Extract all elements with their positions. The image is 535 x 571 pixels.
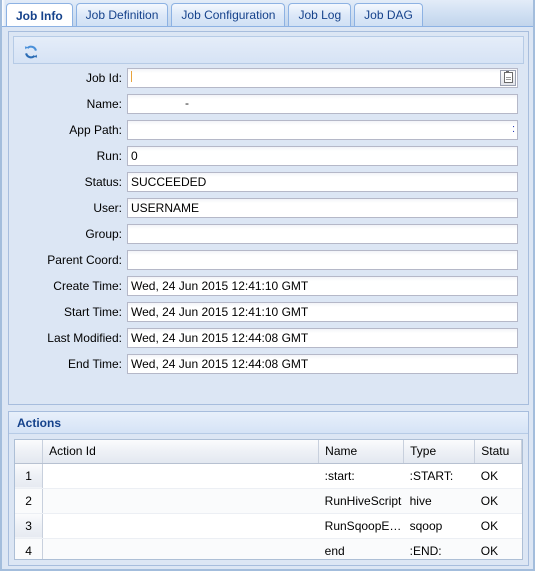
table-row[interactable]: 4 end:END: OK bbox=[15, 538, 522, 559]
field-row-job-id: Job Id: bbox=[14, 68, 523, 88]
field-wrapper-start-time bbox=[127, 302, 518, 322]
label-job-id: Job Id: bbox=[85, 71, 122, 85]
column-header-type[interactable]: Type bbox=[403, 440, 476, 464]
input-status[interactable] bbox=[127, 172, 518, 192]
field-wrapper-status bbox=[127, 172, 518, 192]
input-group[interactable] bbox=[127, 224, 518, 244]
label-create-time: Create Time: bbox=[53, 279, 122, 293]
field-row-last-modified: Last Modified: bbox=[14, 328, 523, 348]
label-run: Run: bbox=[96, 149, 122, 163]
clipboard-icon bbox=[503, 71, 513, 83]
field-row-group: Group: bbox=[14, 224, 523, 244]
row-number-column-header bbox=[15, 440, 44, 464]
tab-job-info[interactable]: Job Info bbox=[6, 3, 73, 26]
cell-type: hive bbox=[403, 488, 475, 514]
row-number: 4 bbox=[15, 538, 44, 559]
refresh-icon bbox=[24, 45, 38, 59]
actions-panel: Actions Action Id Name Type Statu 1 :start::… bbox=[8, 411, 529, 566]
row-number: 3 bbox=[15, 513, 44, 539]
field-wrapper-end-time bbox=[127, 354, 518, 374]
job-info-form: Job Id:Name:-App Path::Run:Status:User:G… bbox=[14, 68, 523, 399]
field-wrapper-job-id bbox=[127, 68, 518, 88]
input-create-time[interactable] bbox=[127, 276, 518, 296]
cell-name: end bbox=[318, 538, 404, 559]
cell-action-id bbox=[42, 488, 319, 514]
column-header-statu[interactable]: Statu bbox=[474, 440, 522, 464]
label-start-time: Start Time: bbox=[63, 305, 122, 319]
job-id-picker-button[interactable] bbox=[500, 70, 516, 86]
cell-action-id bbox=[42, 513, 319, 539]
field-row-run: Run: bbox=[14, 146, 523, 166]
name-truncated-text: - bbox=[185, 96, 189, 110]
cell-type: :START: bbox=[403, 463, 475, 489]
cell-type: :END: bbox=[403, 538, 475, 559]
text-caret bbox=[131, 71, 132, 82]
cell-action-id bbox=[42, 463, 319, 489]
table-row[interactable]: 2 RunHiveScript hive OK bbox=[15, 488, 522, 514]
input-last-modified[interactable] bbox=[127, 328, 518, 348]
field-wrapper-create-time bbox=[127, 276, 518, 296]
field-wrapper-last-modified bbox=[127, 328, 518, 348]
actions-grid-header-row: Action Id Name Type Statu bbox=[15, 440, 522, 464]
cell-status: OK bbox=[474, 513, 522, 539]
app-path-overflow-text: : bbox=[511, 123, 515, 135]
input-parent-coord[interactable] bbox=[127, 250, 518, 270]
field-wrapper-run bbox=[127, 146, 518, 166]
column-header-name[interactable]: Name bbox=[318, 440, 405, 464]
actions-grid-wrapper: Action Id Name Type Statu 1:start::START: OK… bbox=[14, 439, 523, 560]
field-row-create-time: Create Time: bbox=[14, 276, 523, 296]
actions-panel-title: Actions bbox=[9, 412, 528, 434]
cell-status: OK bbox=[474, 538, 522, 559]
field-wrapper-name: - bbox=[127, 94, 518, 114]
input-job-id[interactable] bbox=[127, 68, 518, 88]
field-wrapper-user bbox=[127, 198, 518, 218]
field-row-parent-coord: Parent Coord: bbox=[14, 250, 523, 270]
input-app-path[interactable] bbox=[127, 120, 518, 140]
field-row-end-time: End Time: bbox=[14, 354, 523, 374]
column-header-action-id[interactable]: Action Id bbox=[42, 440, 320, 464]
input-user[interactable] bbox=[127, 198, 518, 218]
field-row-status: Status: bbox=[14, 172, 523, 192]
tab-job-definition[interactable]: Job Definition bbox=[75, 3, 169, 26]
refresh-button[interactable] bbox=[19, 38, 43, 62]
field-wrapper-app-path: : bbox=[127, 120, 518, 140]
input-end-time[interactable] bbox=[127, 354, 518, 374]
job-info-toolbar bbox=[13, 36, 524, 64]
actions-grid: Action Id Name Type Statu 1:start::START: OK… bbox=[15, 440, 522, 559]
label-name: Name: bbox=[86, 97, 122, 111]
cell-name: RunSqoopE… bbox=[318, 513, 404, 539]
row-number: 1 bbox=[15, 463, 44, 489]
label-app-path: App Path: bbox=[69, 123, 122, 137]
input-run[interactable] bbox=[127, 146, 518, 166]
tab-job-configuration[interactable]: Job Configuration bbox=[171, 3, 286, 26]
input-start-time[interactable] bbox=[127, 302, 518, 322]
field-wrapper-group bbox=[127, 224, 518, 244]
field-row-app-path: App Path:: bbox=[14, 120, 523, 140]
cell-action-id bbox=[42, 538, 319, 559]
tab-bar: Job Info Job Definition Job Configuration J… bbox=[2, 0, 533, 27]
tab-job-dag[interactable]: Job DAG bbox=[354, 3, 423, 26]
table-row[interactable]: 3 RunSqoopE… sqoop OK bbox=[15, 513, 522, 539]
label-status: Status: bbox=[84, 175, 122, 189]
cell-status: OK bbox=[474, 488, 522, 514]
field-wrapper-parent-coord bbox=[127, 250, 518, 270]
label-user: User: bbox=[93, 201, 122, 215]
row-number: 2 bbox=[15, 488, 44, 514]
label-group: Group: bbox=[85, 227, 122, 241]
table-row[interactable]: 1 :start::START: OK bbox=[15, 463, 522, 489]
job-details-window: Job Info Job Definition Job Configuration J… bbox=[0, 0, 535, 571]
tab-job-log[interactable]: Job Log bbox=[288, 3, 352, 26]
cell-name: RunHiveScript bbox=[318, 488, 404, 514]
field-row-start-time: Start Time: bbox=[14, 302, 523, 322]
field-row-user: User: bbox=[14, 198, 523, 218]
field-row-name: Name: - bbox=[14, 94, 523, 114]
cell-name: :start: bbox=[318, 463, 404, 489]
job-info-panel: Job Id:Name:-App Path::Run:Status:User:G… bbox=[8, 31, 529, 405]
cell-status: OK bbox=[474, 463, 522, 489]
label-parent-coord: Parent Coord: bbox=[47, 253, 122, 267]
label-last-modified: Last Modified: bbox=[47, 331, 122, 345]
label-end-time: End Time: bbox=[67, 357, 122, 371]
cell-type: sqoop bbox=[403, 513, 475, 539]
